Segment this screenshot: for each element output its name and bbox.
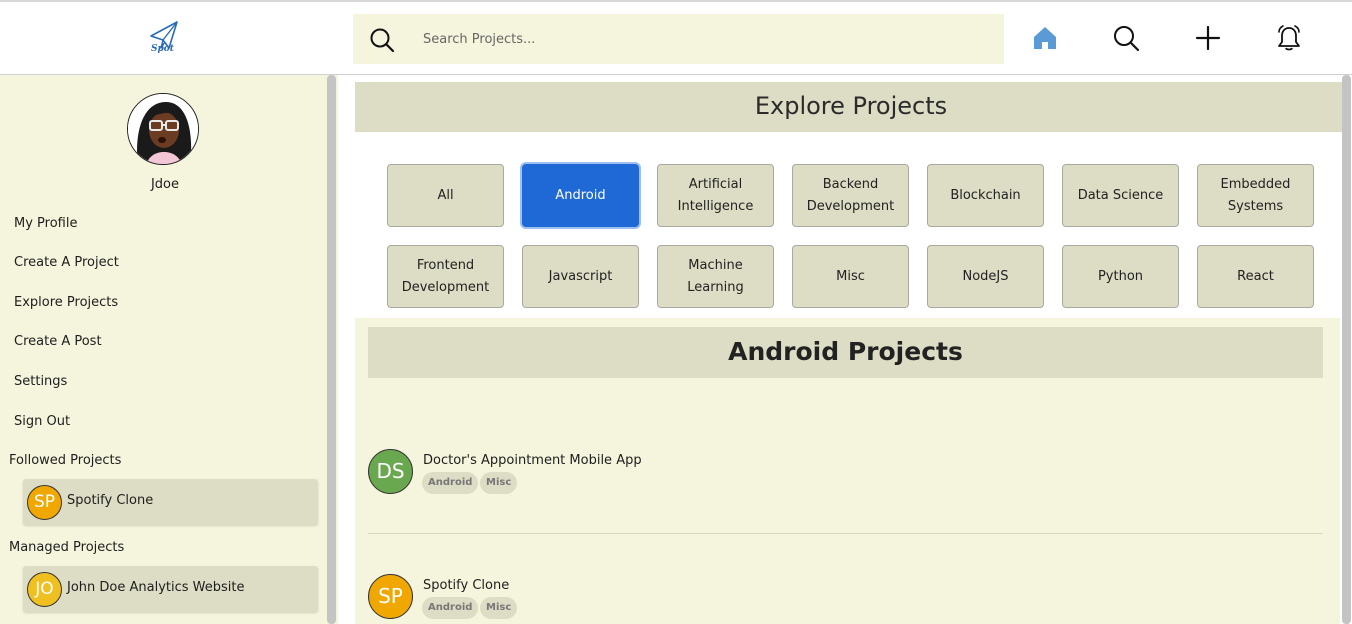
- menu-create-project[interactable]: Create A Project: [14, 255, 119, 270]
- user-avatar[interactable]: [127, 93, 199, 165]
- search-input[interactable]: [423, 27, 983, 51]
- category-android[interactable]: Android: [522, 164, 639, 227]
- project-avatar: JO: [27, 572, 62, 607]
- search-bar: [353, 14, 1004, 64]
- bell-icon[interactable]: [1275, 24, 1303, 52]
- menu-explore-projects[interactable]: Explore Projects: [14, 295, 118, 310]
- category-artificial-intelligence[interactable]: Artificial Intelligence: [657, 164, 774, 227]
- explore-header: Explore Projects: [355, 82, 1347, 132]
- managed-projects-label: Managed Projects: [9, 540, 125, 555]
- username: Jdoe: [150, 177, 180, 192]
- category-react[interactable]: React: [1197, 245, 1314, 308]
- main-scrollbar[interactable]: [1342, 75, 1351, 624]
- category-misc[interactable]: Misc: [792, 245, 909, 308]
- category-backend-development[interactable]: Backend Development: [792, 164, 909, 227]
- menu-create-post[interactable]: Create A Post: [14, 334, 102, 349]
- followed-projects-label: Followed Projects: [9, 453, 122, 468]
- category-javascript[interactable]: Javascript: [522, 245, 639, 308]
- category-label: Embedded Systems: [1220, 176, 1291, 214]
- category-label: Backend Development: [806, 176, 895, 214]
- list-divider: [368, 533, 1323, 534]
- project-avatar: SP: [27, 485, 62, 520]
- project-name: Spotify Clone: [67, 493, 154, 508]
- menu-settings[interactable]: Settings: [14, 374, 67, 389]
- category-python[interactable]: Python: [1062, 245, 1179, 308]
- project-title-link[interactable]: Doctor's Appointment Mobile App: [423, 453, 642, 468]
- category-all[interactable]: All: [387, 164, 504, 227]
- category-nodejs[interactable]: NodeJS: [927, 245, 1044, 308]
- project-name: John Doe Analytics Website: [67, 580, 245, 595]
- category-data-science[interactable]: Data Science: [1062, 164, 1179, 227]
- project-tag[interactable]: Android: [422, 597, 479, 619]
- managed-project-card[interactable]: JO John Doe Analytics Website: [23, 566, 318, 612]
- followed-project-card[interactable]: SP Spotify Clone: [23, 479, 318, 525]
- category-frontend-development[interactable]: Frontend Development: [387, 245, 504, 308]
- logo-text: Spot: [151, 44, 174, 54]
- category-label: Artificial Intelligence: [677, 176, 754, 214]
- page-title: Explore Projects: [754, 92, 948, 120]
- category-blockchain[interactable]: Blockchain: [927, 164, 1044, 227]
- projects-header: Android Projects: [368, 327, 1323, 378]
- project-title-link[interactable]: Spotify Clone: [423, 578, 509, 593]
- project-avatar[interactable]: SP: [368, 574, 413, 619]
- sidebar: Jdoe My Profile Create A Project Explore…: [0, 75, 338, 624]
- top-header: Spot: [0, 0, 1352, 75]
- sidebar-scrollbar[interactable]: [327, 75, 336, 624]
- menu-my-profile[interactable]: My Profile: [14, 216, 77, 231]
- category-embedded-systems[interactable]: Embedded Systems: [1197, 164, 1314, 227]
- search-icon[interactable]: [369, 27, 395, 53]
- category-label: Machine Learning: [687, 257, 744, 295]
- projects-title: Android Projects: [728, 337, 963, 366]
- avatar-illustration-icon: [128, 94, 198, 164]
- category-machine-learning[interactable]: Machine Learning: [657, 245, 774, 308]
- project-tag[interactable]: Misc: [480, 597, 518, 619]
- plus-icon[interactable]: [1194, 24, 1222, 52]
- search-nav-icon[interactable]: [1112, 24, 1140, 52]
- category-label: Frontend Development: [401, 257, 490, 295]
- menu-sign-out[interactable]: Sign Out: [14, 414, 70, 429]
- project-tag[interactable]: Misc: [480, 472, 518, 494]
- project-avatar[interactable]: DS: [368, 449, 413, 494]
- home-icon[interactable]: [1031, 24, 1059, 52]
- project-tag[interactable]: Android: [422, 472, 479, 494]
